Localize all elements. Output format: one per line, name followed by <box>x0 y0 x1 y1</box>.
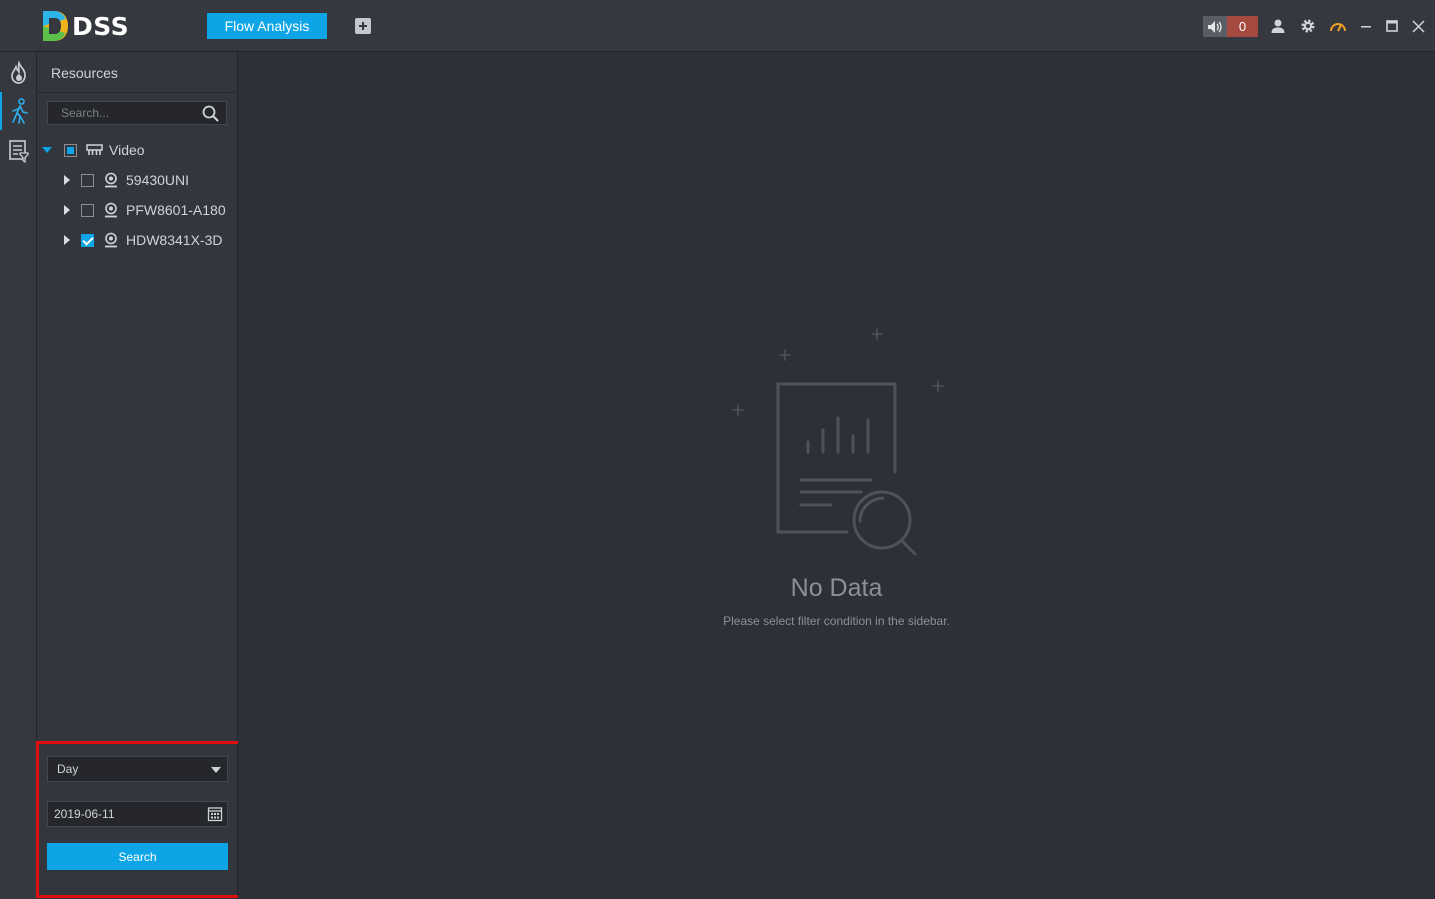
filter-panel: Day 2019-06-11 Search <box>36 741 242 898</box>
search-button[interactable]: Search <box>47 843 228 870</box>
walking-person-icon <box>11 98 28 124</box>
date-value: 2019-06-11 <box>54 807 115 821</box>
camera-icon <box>105 202 117 218</box>
maximize-icon[interactable] <box>1382 16 1402 36</box>
close-icon[interactable] <box>1408 16 1428 36</box>
minimize-icon[interactable] <box>1356 16 1376 36</box>
resource-search <box>47 101 227 125</box>
performance-gauge-icon[interactable] <box>1328 16 1348 36</box>
video-group-checkbox[interactable] <box>64 143 77 157</box>
app-name: DSS <box>72 11 130 41</box>
camera-icon <box>105 172 117 188</box>
chevron-down-icon[interactable] <box>211 767 221 773</box>
expand-caret-icon[interactable] <box>64 235 70 245</box>
tree-node-video[interactable]: Video <box>42 139 145 161</box>
tree-node-camera[interactable]: HDW8341X-3D <box>64 229 222 251</box>
expand-caret-icon[interactable] <box>64 205 70 215</box>
rail-heat-map[interactable] <box>0 54 37 92</box>
tab-flow-analysis[interactable]: Flow Analysis <box>207 13 327 39</box>
rail-report[interactable] <box>0 132 37 170</box>
add-tab-icon[interactable] <box>355 18 371 34</box>
date-field[interactable]: 2019-06-11 <box>47 801 228 827</box>
search-icon[interactable] <box>202 105 219 122</box>
camera-checkbox[interactable] <box>81 233 94 247</box>
expand-caret-icon[interactable] <box>64 175 70 185</box>
expand-caret-icon[interactable] <box>42 147 52 153</box>
camera-checkbox[interactable] <box>81 173 94 187</box>
calendar-icon[interactable] <box>207 806 223 822</box>
app-logo: DSS <box>40 8 129 44</box>
alarm-indicator[interactable]: 0 <box>1203 16 1258 37</box>
top-bar: DSS Flow Analysis 0 <box>0 0 1435 52</box>
period-select-value: Day <box>57 762 79 776</box>
tree-node-label: PFW8601-A180 <box>126 202 226 218</box>
rail-flow-analysis[interactable] <box>0 92 37 130</box>
settings-gear-icon[interactable] <box>1298 16 1318 36</box>
empty-state-title: No Data <box>790 574 883 602</box>
sidebar-title: Resources <box>51 65 118 81</box>
camera-icon <box>105 232 117 248</box>
dss-logo-icon <box>43 11 68 41</box>
tree-node-camera[interactable]: PFW8601-A180 <box>64 199 226 221</box>
tree-node-camera[interactable]: 59430UNI <box>64 169 189 191</box>
sidebar-divider <box>37 92 237 93</box>
main-content: No Data Please select filter condition i… <box>238 52 1435 899</box>
empty-state-subtitle: Please select filter condition in the si… <box>723 614 950 628</box>
no-data-illustration-icon <box>732 328 944 556</box>
period-select[interactable]: Day <box>47 756 228 782</box>
report-list-icon <box>8 140 29 163</box>
user-icon[interactable] <box>1268 16 1288 36</box>
tree-node-label: Video <box>109 142 145 158</box>
sound-icon[interactable] <box>1203 16 1227 37</box>
flame-icon <box>10 61 26 84</box>
tree-node-label: 59430UNI <box>126 172 190 188</box>
device-group-icon <box>86 144 103 155</box>
resource-search-input[interactable] <box>48 102 198 124</box>
alarm-count-badge: 0 <box>1227 16 1258 37</box>
module-rail <box>0 52 37 899</box>
camera-checkbox[interactable] <box>81 203 94 217</box>
tree-node-label: HDW8341X-3D <box>126 232 223 248</box>
